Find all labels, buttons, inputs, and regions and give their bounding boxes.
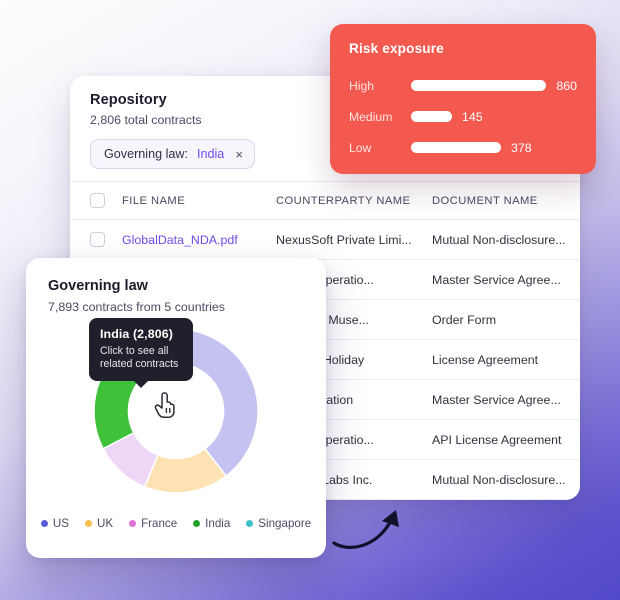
legend-label: France [141,517,178,530]
risk-exposure-title: Risk exposure [349,41,444,56]
document-text: Mutual Non-disclosure... [432,232,566,247]
document-text: Order Form [432,312,497,327]
table-header-row: FILE NAME COUNTERPARTY NAME DOCUMENT NAM… [70,181,580,220]
risk-bar-low [411,142,501,153]
legend-dot-icon [84,520,92,527]
legend-label: Singapore [258,517,312,530]
legend-item-singapore[interactable]: Singapore [246,517,311,530]
governing-law-card: Governing law 7,893 contracts from 5 cou… [26,258,326,558]
tooltip-title: India (2,806) [100,327,173,341]
legend-dot-icon [40,520,48,527]
screenshot-stage: Repository 2,806 total contracts Governi… [0,0,620,600]
column-header-counterparty-name[interactable]: COUNTERPARTY NAME [268,181,424,220]
governing-law-subtitle: 7,893 contracts from 5 countries [48,300,225,314]
donut-chart[interactable]: India (2,806) Click to see all related c… [89,318,259,494]
risk-value-medium: 145 [462,109,483,124]
counterparty-text: NexusSoft Private Limi... [276,232,412,247]
document-text: Mutual Non-disclosure... [432,472,566,487]
select-all-checkbox[interactable] [90,193,105,208]
risk-label-medium: Medium [349,109,393,124]
close-icon[interactable]: × [233,148,243,161]
cell-document: Master Service Agree... [424,259,580,300]
file-link[interactable]: GlobalData_NDA.pdf [122,233,260,247]
risk-row-high: High 860 [349,70,577,101]
legend-item-india[interactable]: India [193,517,230,530]
column-header-file-name[interactable]: FILE NAME [114,181,268,220]
legend-item-uk[interactable]: UK [84,517,114,530]
risk-bar-high [411,80,547,91]
cell-document: Order Form [424,299,580,340]
legend-dot-icon [129,520,137,527]
filter-chip-governing-law[interactable]: Governing law: India × [90,139,255,169]
legend-dot-icon [193,520,201,527]
filter-chip-value: India [197,147,225,161]
row-select-cell [70,219,114,260]
document-text: Master Service Agree... [432,272,561,287]
cell-document: API License Agreement [424,419,580,460]
risk-value-low: 378 [511,140,532,155]
filter-chip-label: Governing law: [104,147,188,161]
donut-tooltip: India (2,806) Click to see all related c… [89,318,193,389]
legend-item-us[interactable]: US [40,517,69,530]
risk-label-high: High [349,78,375,93]
curved-arrow-doodle-icon [332,510,399,550]
table-row[interactable]: GlobalData_NDA.pdf NexusSoft Private Lim… [70,219,580,260]
legend-dot-icon [246,520,254,527]
document-text: API License Agreement [432,432,562,447]
select-all-cell [70,181,114,220]
legend-label: US [52,517,69,530]
cell-document: Mutual Non-disclosure... [424,459,580,500]
legend-label: India [205,517,231,530]
tooltip-subtitle: Click to see all related contracts [100,345,179,371]
risk-row-medium: Medium 145 [349,101,577,132]
column-header-document-name[interactable]: DOCUMENT NAME [424,181,580,220]
cell-document: Mutual Non-disclosure... [424,219,580,260]
chart-legend: US UK France India Singapore [26,517,326,530]
legend-label: UK [96,517,114,530]
document-text: License Agreement [432,352,539,367]
table-header: FILE NAME COUNTERPARTY NAME DOCUMENT NAM… [70,181,580,220]
risk-row-low: Low 378 [349,132,577,163]
risk-exposure-card: Risk exposure High 860 Medium 145 Low 37… [330,24,596,174]
risk-value-high: 860 [556,78,577,93]
cell-file-name[interactable]: GlobalData_NDA.pdf [114,219,268,260]
cell-document: Master Service Agree... [424,379,580,420]
cell-counterparty: NexusSoft Private Limi... [268,219,424,260]
governing-law-title: Governing law [48,278,148,294]
row-checkbox[interactable] [90,232,105,247]
risk-label-low: Low [349,140,372,155]
document-text: Master Service Agree... [432,392,561,407]
risk-bar-medium [411,111,452,122]
risk-rows: High 860 Medium 145 Low 378 [349,70,577,163]
cell-document: License Agreement [424,339,580,380]
legend-item-france[interactable]: France [129,517,177,530]
